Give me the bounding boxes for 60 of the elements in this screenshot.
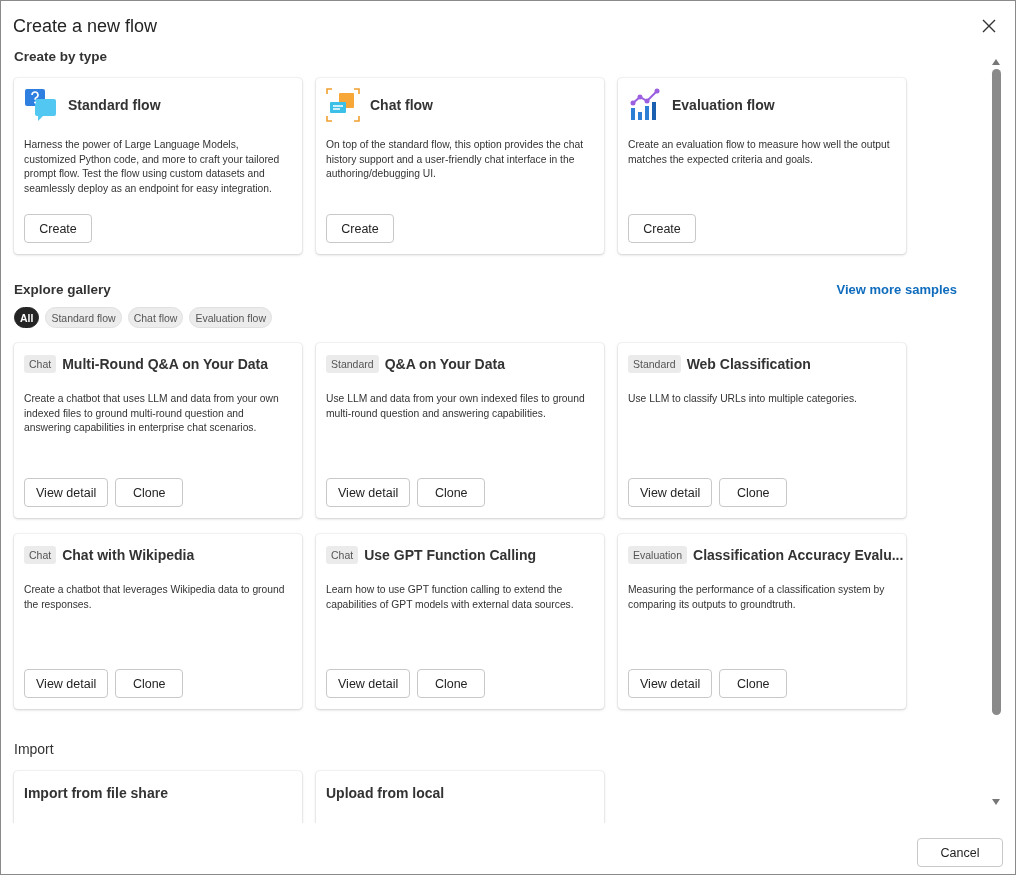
import-card[interactable]: Import from file share [14,771,302,823]
card-description: Create a chatbot that uses LLM and data from your own indexed files to ground multi-round question and answering capabilities in enterprise chat scenarios. [24,392,280,435]
card-title: Chat flow [370,97,433,113]
scrollbar-thumb[interactable] [991,69,1001,715]
card-title: Classification Accuracy Evalu... [693,547,904,563]
card-title: Standard flow [68,97,161,113]
question-chat-icon [24,88,58,122]
create-button[interactable]: Create [24,214,92,243]
filter-chip[interactable]: Standard flow [45,307,122,328]
chat-frame-icon [326,88,360,122]
view-detail-button[interactable]: View detail [24,669,109,698]
card-title: Web Classification [686,356,811,372]
view-detail-button[interactable]: View detail [326,478,411,507]
category-tag: Chat [24,355,57,373]
category-tag: Chat [326,546,359,564]
view-detail-button[interactable]: View detail [628,478,713,507]
card-description: Measuring the performance of a classification system by comparing its outputs to groundtruth. [628,583,886,612]
clone-button[interactable]: Clone [115,669,184,698]
card-description: Use LLM to classify URLs into multiple categories. [628,392,858,406]
category-tag: Evaluation [628,546,688,564]
clone-button[interactable]: Clone [115,478,184,507]
card-title: Use GPT Function Calling [364,547,537,563]
card-title: Multi-Round Q&A on Your Data [62,356,269,372]
card-title: Import from file share [24,785,169,801]
create-button[interactable]: Create [326,214,394,243]
section-heading: Create by type [14,49,109,64]
view-detail-button[interactable]: View detail [24,478,109,507]
card-description: Use LLM and data from your own indexed files to ground multi-round question and answering capabilities. [326,392,586,421]
card-description: On top of the standard flow, this option provides the chat history support and a user-friendly chat interface in the authoring/debugging UI. [326,138,584,181]
card-description: Harness the power of Large Language Models, customized Python code, and more to craft your tailored prompt flow. Test the flow using custom datasets and seamlessly deploy as an endpoint for easy integration. [24,138,281,196]
import-card[interactable]: Upload from local [316,771,604,823]
scroll-down-icon[interactable] [992,799,1000,805]
card-description: Create an evaluation flow to measure how well the output matches the expected criteria and goals. [628,138,891,167]
close-icon[interactable] [982,19,996,33]
cancel-button[interactable]: Cancel [917,838,1003,867]
view-detail-button[interactable]: View detail [326,669,411,698]
clone-button[interactable]: Clone [417,478,486,507]
category-tag: Standard [326,355,379,373]
category-tag: Standard [628,355,681,373]
view-more-link[interactable]: View more samples [836,282,957,297]
filter-chip[interactable]: All [14,307,40,328]
clone-button[interactable]: Clone [417,669,486,698]
create-button[interactable]: Create [628,214,696,243]
filter-chip[interactable]: Chat flow [127,307,184,328]
category-tag: Chat [24,546,57,564]
section-heading: Explore gallery [14,282,111,297]
section-heading: Import [14,741,55,757]
clone-button[interactable]: Clone [719,669,788,698]
card-description: Create a chatbot that leverages Wikipedia data to ground the responses. [24,583,286,612]
clone-button[interactable]: Clone [719,478,788,507]
scroll-up-icon[interactable] [992,59,1000,65]
chart-icon [628,88,662,122]
dialog-title: Create a new flow [13,15,158,37]
view-detail-button[interactable]: View detail [628,669,713,698]
card-title: Upload from local [326,785,446,801]
card-title: Evaluation flow [672,97,775,113]
card-description: Learn how to use GPT function calling to extend the capabilities of GPT models with external data sources. [326,583,575,612]
card-title: Q&A on Your Data [384,356,505,372]
filter-chip[interactable]: Evaluation flow [189,307,273,328]
card-title: Chat with Wikipedia [62,547,195,563]
